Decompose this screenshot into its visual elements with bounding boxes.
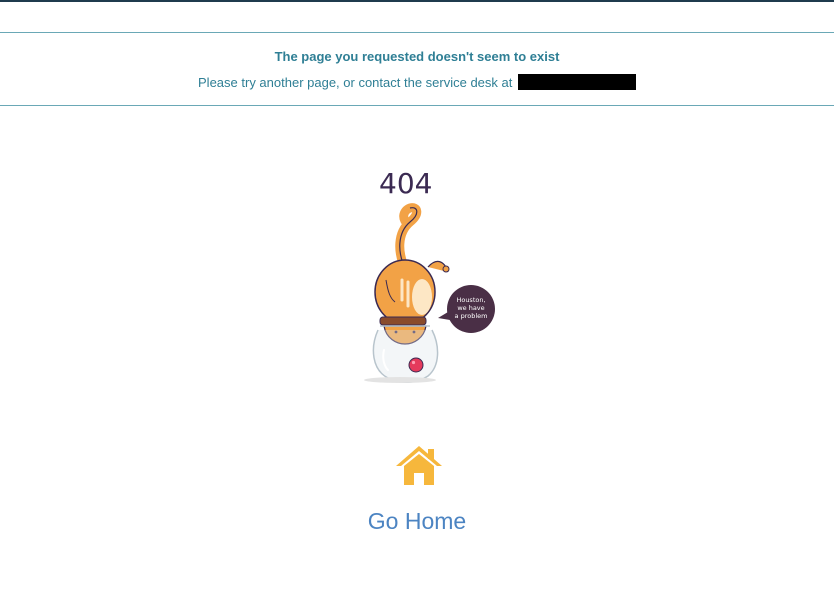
error-page: The page you requested doesn't seem to e… <box>0 0 834 604</box>
error-code: 404 <box>379 167 432 200</box>
redacted-contact <box>517 74 636 90</box>
top-bar <box>0 0 834 2</box>
notice-message: Please try another page, or contact the … <box>198 75 513 90</box>
speech-line-1: Houston, <box>456 296 485 304</box>
error-notice: The page you requested doesn't seem to e… <box>0 32 834 106</box>
speech-line-2: we have <box>457 304 484 312</box>
cat-in-fishbowl-illustration: 404 Houston, we have a problem <box>364 167 495 383</box>
notice-title: The page you requested doesn't seem to e… <box>274 49 560 64</box>
home-icon[interactable] <box>394 444 444 486</box>
speech-line-3: a problem <box>455 312 488 320</box>
go-home-link[interactable]: Go Home <box>0 508 834 535</box>
notice-message-line: Please try another page, or contact the … <box>0 74 834 90</box>
